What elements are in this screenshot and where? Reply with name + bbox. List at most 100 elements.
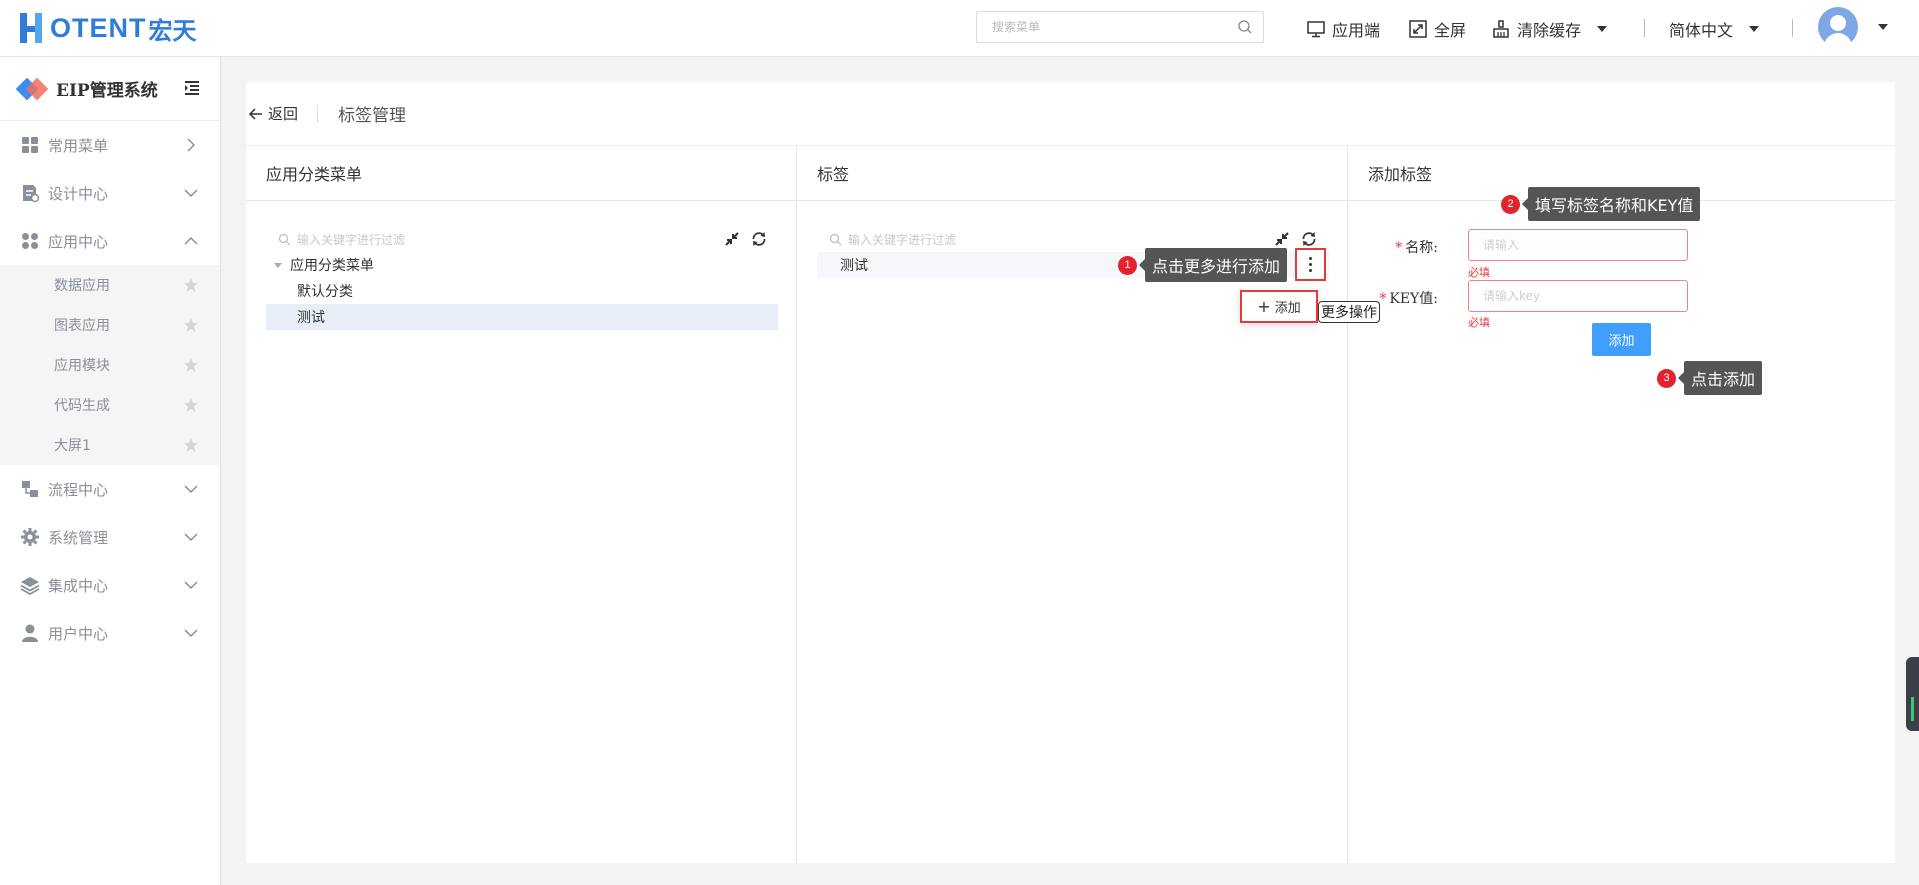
name-required-error: 必填 — [1468, 266, 1490, 279]
tree-node[interactable]: 默认分类 — [266, 278, 778, 304]
user-icon — [22, 624, 38, 642]
key-required-error: 必填 — [1468, 316, 1490, 329]
add-item-label: 添加 — [1274, 301, 1301, 316]
layers-icon — [20, 577, 40, 595]
menu-label: 常用菜单 — [48, 136, 109, 155]
submenu-label: 数据应用 — [54, 278, 110, 294]
callout-step-3: 3 点击添加 — [1657, 361, 1763, 395]
header-divider — [317, 104, 319, 123]
category-filter[interactable]: 输入关键字进行过滤 — [278, 228, 405, 250]
caret-down-icon[interactable] — [274, 262, 282, 268]
star-icon[interactable] — [183, 317, 199, 333]
tag-name-input[interactable] — [1468, 229, 1688, 261]
arrow-left-icon — [248, 107, 262, 120]
submenu-label: 图表应用 — [54, 318, 110, 334]
back-label: 返回 — [268, 105, 299, 123]
menu-search-input[interactable] — [977, 12, 1227, 42]
tree-node-root[interactable]: 应用分类菜单 — [266, 252, 778, 278]
clear-cache-dropdown[interactable]: 清除缓存 — [1491, 0, 1608, 57]
menu-common[interactable]: 常用菜单 — [0, 121, 220, 169]
nav-divider — [1792, 19, 1793, 37]
menu-label: 流程中心 — [48, 480, 109, 499]
chevron-up-icon — [184, 236, 198, 245]
category-panel: 应用分类菜单 输入关键字进行过滤 应用分类菜单 默认分类 测试 — [246, 146, 797, 863]
submenu-item[interactable]: 数据应用 — [0, 265, 220, 305]
chevron-down-icon — [184, 189, 198, 198]
system-title: EIP管理系统 — [0, 57, 220, 121]
key-label-text: KEY值: — [1389, 291, 1438, 307]
more-actions-button[interactable] — [1295, 248, 1326, 281]
chevron-down-icon — [184, 629, 198, 638]
key-label: * KEY值: — [1378, 288, 1438, 308]
menu-label: 应用中心 — [48, 232, 109, 251]
star-icon[interactable] — [183, 357, 199, 373]
hotent-logo[interactable]: OTENT 宏天 — [20, 8, 197, 48]
submenu-label: 代码生成 — [54, 398, 110, 414]
app-center-submenu: 数据应用 图表应用 应用模块 代码生成 大屏1 — [0, 265, 220, 465]
back-button[interactable]: 返回 — [248, 103, 298, 124]
tag-filter[interactable]: 输入关键字进行过滤 — [829, 228, 956, 250]
plus-icon: + — [1257, 297, 1271, 316]
star-icon[interactable] — [183, 437, 199, 453]
flow-icon — [22, 481, 38, 497]
category-filter-placeholder: 输入关键字进行过滤 — [297, 232, 406, 247]
menu-label: 系统管理 — [48, 528, 109, 547]
refresh-icon[interactable] — [750, 230, 768, 248]
language-dropdown[interactable]: 简体中文 — [1669, 0, 1760, 57]
add-tag-submit-button[interactable]: 添加 — [1592, 323, 1651, 356]
top-header: OTENT 宏天 应用端 全屏 清除缓存 简体中文 — [0, 0, 1919, 57]
menu-design-center[interactable]: 设计中心 — [0, 169, 220, 217]
step-badge: 1 — [1118, 255, 1137, 275]
monitor-icon — [1307, 20, 1325, 37]
search-icon[interactable] — [1237, 19, 1253, 35]
refresh-icon[interactable] — [1300, 230, 1318, 248]
fullscreen-label: 全屏 — [1434, 20, 1467, 40]
menu-user-center[interactable]: 用户中心 — [0, 609, 220, 657]
fullscreen-link[interactable]: 全屏 — [1408, 0, 1466, 57]
tag-filter-placeholder: 输入关键字进行过滤 — [848, 232, 957, 247]
app-end-link[interactable]: 应用端 — [1306, 0, 1380, 57]
search-icon — [278, 233, 291, 245]
menu-search[interactable] — [976, 11, 1264, 43]
clear-cache-label: 清除缓存 — [1517, 20, 1582, 40]
search-icon — [829, 233, 842, 245]
user-avatar[interactable] — [1818, 7, 1858, 47]
add-tag-panel: 添加标签 *名称: 必填 *KEY值: 必填 添加 — [1348, 146, 1895, 863]
submenu-item[interactable]: 图表应用 — [0, 305, 220, 345]
language-label: 简体中文 — [1669, 20, 1734, 40]
collapse-all-icon[interactable] — [1273, 230, 1291, 248]
nav-divider — [1644, 19, 1645, 37]
required-asterisk: * — [1379, 291, 1387, 307]
tag-key-input[interactable] — [1468, 280, 1688, 312]
logo-cn-text: 宏天 — [148, 16, 197, 45]
avatar-caret-down-icon[interactable] — [1878, 24, 1888, 30]
submenu-item[interactable]: 应用模块 — [0, 345, 220, 385]
caret-down-icon — [1597, 25, 1608, 32]
page-header: 返回 标签管理 — [246, 82, 1895, 146]
collapse-all-icon[interactable] — [723, 230, 741, 248]
design-doc-icon — [23, 185, 40, 203]
broom-icon — [1493, 19, 1509, 38]
menu-flow-center[interactable]: 流程中心 — [0, 465, 220, 513]
menu-integration-center[interactable]: 集成中心 — [0, 561, 220, 609]
required-asterisk: * — [1395, 240, 1403, 256]
tree-node-label: 应用分类菜单 — [290, 258, 374, 274]
fullscreen-icon — [1409, 19, 1427, 38]
star-icon[interactable] — [183, 277, 199, 293]
submenu-label: 应用模块 — [54, 358, 110, 374]
menu-label: 用户中心 — [48, 624, 109, 643]
more-actions-tooltip: 更多操作 — [1318, 301, 1380, 323]
menu-app-center[interactable]: 应用中心 — [0, 217, 220, 265]
collapse-sidebar-icon[interactable] — [183, 79, 201, 97]
submenu-item[interactable]: 大屏1 — [0, 425, 220, 465]
star-icon[interactable] — [183, 397, 199, 413]
chevron-down-icon — [184, 533, 198, 542]
callout-text: 点击添加 — [1677, 361, 1763, 395]
submenu-item[interactable]: 代码生成 — [0, 385, 220, 425]
menu-system-management[interactable]: 系统管理 — [0, 513, 220, 561]
submenu-label: 大屏1 — [54, 438, 91, 454]
more-vertical-icon — [1309, 256, 1312, 274]
side-drawer-handle[interactable] — [1906, 657, 1919, 731]
more-actions-add-item[interactable]: + 添加 — [1240, 290, 1318, 323]
tree-node-selected[interactable]: 测试 — [266, 304, 778, 330]
